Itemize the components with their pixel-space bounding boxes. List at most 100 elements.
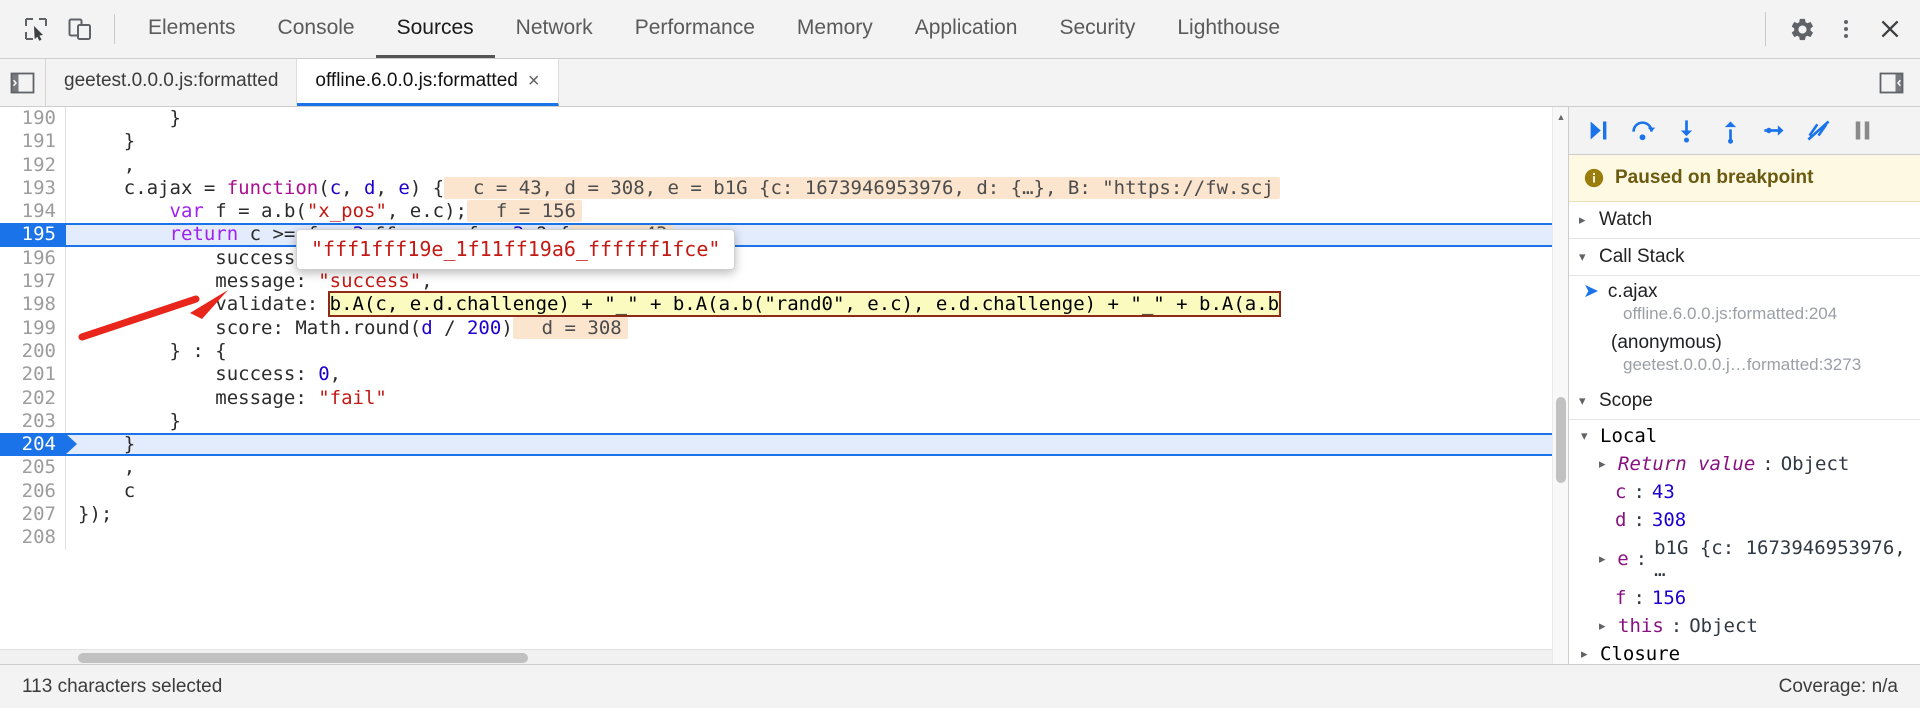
code-token: validate: — [78, 293, 330, 316]
line-number[interactable]: 203 — [0, 409, 66, 434]
call-stack-section-header[interactable]: ▾ Call Stack — [1569, 239, 1920, 276]
pause-on-exceptions-button[interactable] — [1843, 112, 1881, 150]
scope-entry-d[interactable]: d : 308 — [1569, 506, 1920, 534]
scope-entry-name: Return value — [1618, 453, 1756, 475]
code-line[interactable]: 190 } — [0, 107, 1552, 131]
scope-entry-c[interactable]: c : 43 — [1569, 478, 1920, 506]
code-line[interactable]: 206 c — [0, 479, 1552, 504]
line-number[interactable]: 202 — [0, 386, 66, 410]
code-line[interactable]: 202 message: "fail" — [0, 386, 1552, 410]
tab-elements-label: Elements — [148, 15, 236, 39]
line-number[interactable]: 192 — [0, 153, 66, 177]
tab-security[interactable]: Security — [1038, 0, 1156, 58]
line-number[interactable]: 190 — [0, 107, 66, 131]
code-token: } — [78, 130, 136, 153]
line-number[interactable]: 198 — [0, 293, 66, 317]
scope-group-closure-label: Closure — [1600, 643, 1681, 664]
code-line[interactable]: 208 — [0, 526, 1552, 550]
editor-horizontal-scroll-thumb[interactable] — [78, 653, 528, 663]
line-number[interactable]: 193 — [0, 176, 66, 201]
line-number[interactable]: 201 — [0, 363, 66, 387]
line-number[interactable]: 199 — [0, 316, 66, 340]
code-line[interactable]: 203 } — [0, 409, 1552, 434]
line-number[interactable]: 196 — [0, 246, 66, 271]
line-number[interactable]: 195 — [0, 223, 66, 247]
code-line[interactable]: 192 , — [0, 153, 1552, 177]
call-stack-frame[interactable]: (anonymous) geetest.0.0.0.j…formatted:32… — [1569, 328, 1920, 379]
tab-memory[interactable]: Memory — [776, 0, 894, 58]
code-line[interactable]: 194 var f = a.b("x_pos", e.c); f = 156 — [0, 200, 1552, 224]
code-line[interactable]: 199 score: Math.round(d / 200) d = 308 — [0, 316, 1552, 340]
file-tab-geetest-label: geetest.0.0.0.js:formatted — [64, 70, 279, 91]
scope-entry-e[interactable]: ▸ e : b1G {c: 1673946953976, … — [1569, 534, 1920, 584]
editor-horizontal-scrollbar[interactable] — [0, 649, 1552, 664]
scroll-up-icon[interactable]: ▲ — [1553, 109, 1569, 125]
scope-entry-this[interactable]: ▸ this : Object — [1569, 612, 1920, 640]
code-line[interactable]: 193 c.ajax = function(c, d, e) { c = 43,… — [0, 176, 1552, 201]
chevron-right-icon: ▸ — [1599, 618, 1606, 633]
line-number[interactable]: 197 — [0, 270, 66, 294]
scope-entry-f[interactable]: f : 156 — [1569, 584, 1920, 612]
line-number[interactable]: 207 — [0, 503, 66, 527]
scope-group-local[interactable]: ▾ Local — [1569, 422, 1920, 450]
line-number[interactable]: 191 — [0, 130, 66, 154]
code-token: score: Math. — [78, 316, 353, 339]
file-tab-geetest[interactable]: geetest.0.0.0.js:formatted — [46, 59, 298, 106]
tab-elements[interactable]: Elements — [127, 0, 257, 58]
step-into-button[interactable] — [1667, 112, 1705, 150]
file-tab-offline[interactable]: offline.6.0.0.js:formatted × — [297, 59, 559, 106]
step-out-button[interactable] — [1711, 112, 1749, 150]
code-line[interactable]: 205 , — [0, 456, 1552, 480]
toolbar-right-actions — [1751, 7, 1912, 51]
line-number[interactable]: 206 — [0, 479, 66, 504]
code-editor[interactable]: 190 } 191 } 192 , 193 c.ajax = function(c, … — [0, 107, 1552, 649]
code-line[interactable]: 200 } : { — [0, 339, 1552, 364]
line-number[interactable]: 205 — [0, 456, 66, 480]
tab-lighthouse[interactable]: Lighthouse — [1156, 0, 1301, 58]
deactivate-breakpoints-button[interactable] — [1799, 112, 1837, 150]
code-line[interactable]: 196 success: 1, — [0, 246, 1552, 271]
close-icon[interactable]: × — [528, 71, 540, 91]
inspect-element-icon[interactable] — [14, 7, 58, 51]
editor-vertical-scroll-thumb[interactable] — [1556, 397, 1566, 483]
line-number[interactable]: 204 — [0, 433, 77, 457]
tab-console[interactable]: Console — [257, 0, 376, 58]
more-vertical-icon[interactable] — [1824, 7, 1868, 51]
code-token: c — [329, 176, 342, 199]
tab-network[interactable]: Network — [495, 0, 614, 58]
tab-performance[interactable]: Performance — [614, 0, 776, 58]
gear-icon[interactable] — [1780, 7, 1824, 51]
show-navigator-icon[interactable] — [0, 59, 46, 106]
line-number[interactable]: 194 — [0, 200, 66, 224]
tab-application[interactable]: Application — [894, 0, 1039, 58]
code-line-text: message: "fail" — [66, 387, 1552, 410]
code-line[interactable]: 198 validate: b.A(c, e.d.challenge) + "_… — [0, 291, 1552, 318]
editor-vertical-scrollbar[interactable]: ▲ — [1552, 107, 1568, 664]
resume-button[interactable] — [1579, 112, 1617, 150]
code-line[interactable]: 191 } — [0, 130, 1552, 154]
scope-entry-return-value[interactable]: ▸ Return value : Object — [1569, 450, 1920, 478]
code-line[interactable]: 204 } — [0, 433, 1552, 457]
watch-section-header[interactable]: ▸ Watch — [1569, 202, 1920, 239]
scope-group-closure[interactable]: ▸ Closure — [1569, 640, 1920, 664]
line-number[interactable]: 208 — [0, 526, 66, 550]
code-line[interactable]: 195 return c >= f - 3 && c <= f + 3 ? { … — [0, 223, 1552, 248]
device-toolbar-icon[interactable] — [58, 7, 102, 51]
close-icon[interactable] — [1868, 7, 1912, 51]
code-line[interactable]: 197 message: "success", — [0, 270, 1552, 294]
call-stack-frame[interactable]: ➤ c.ajax offline.6.0.0.js:formatted:204 — [1569, 276, 1920, 328]
scope-section-header[interactable]: ▾ Scope — [1569, 383, 1920, 420]
code-line[interactable]: 207}); — [0, 503, 1552, 527]
show-debugger-icon[interactable] — [1868, 72, 1914, 94]
line-number[interactable]: 200 — [0, 339, 66, 364]
selected-code[interactable]: b.A(c, e.d.challenge) + "_" + b.A(a.b("r… — [327, 291, 1282, 318]
tab-sources[interactable]: Sources — [375, 0, 495, 58]
step-button[interactable] — [1755, 112, 1793, 150]
step-over-button[interactable] — [1623, 112, 1661, 150]
call-stack-frame-name: c.ajax — [1607, 280, 1658, 302]
code-line[interactable]: 201 success: 0, — [0, 363, 1552, 387]
code-token: } : { — [78, 339, 227, 362]
scope-entry-value: 156 — [1651, 587, 1687, 609]
debugger-sidebar: Paused on breakpoint ▸ Watch ▾ Call Stac… — [1568, 107, 1920, 664]
